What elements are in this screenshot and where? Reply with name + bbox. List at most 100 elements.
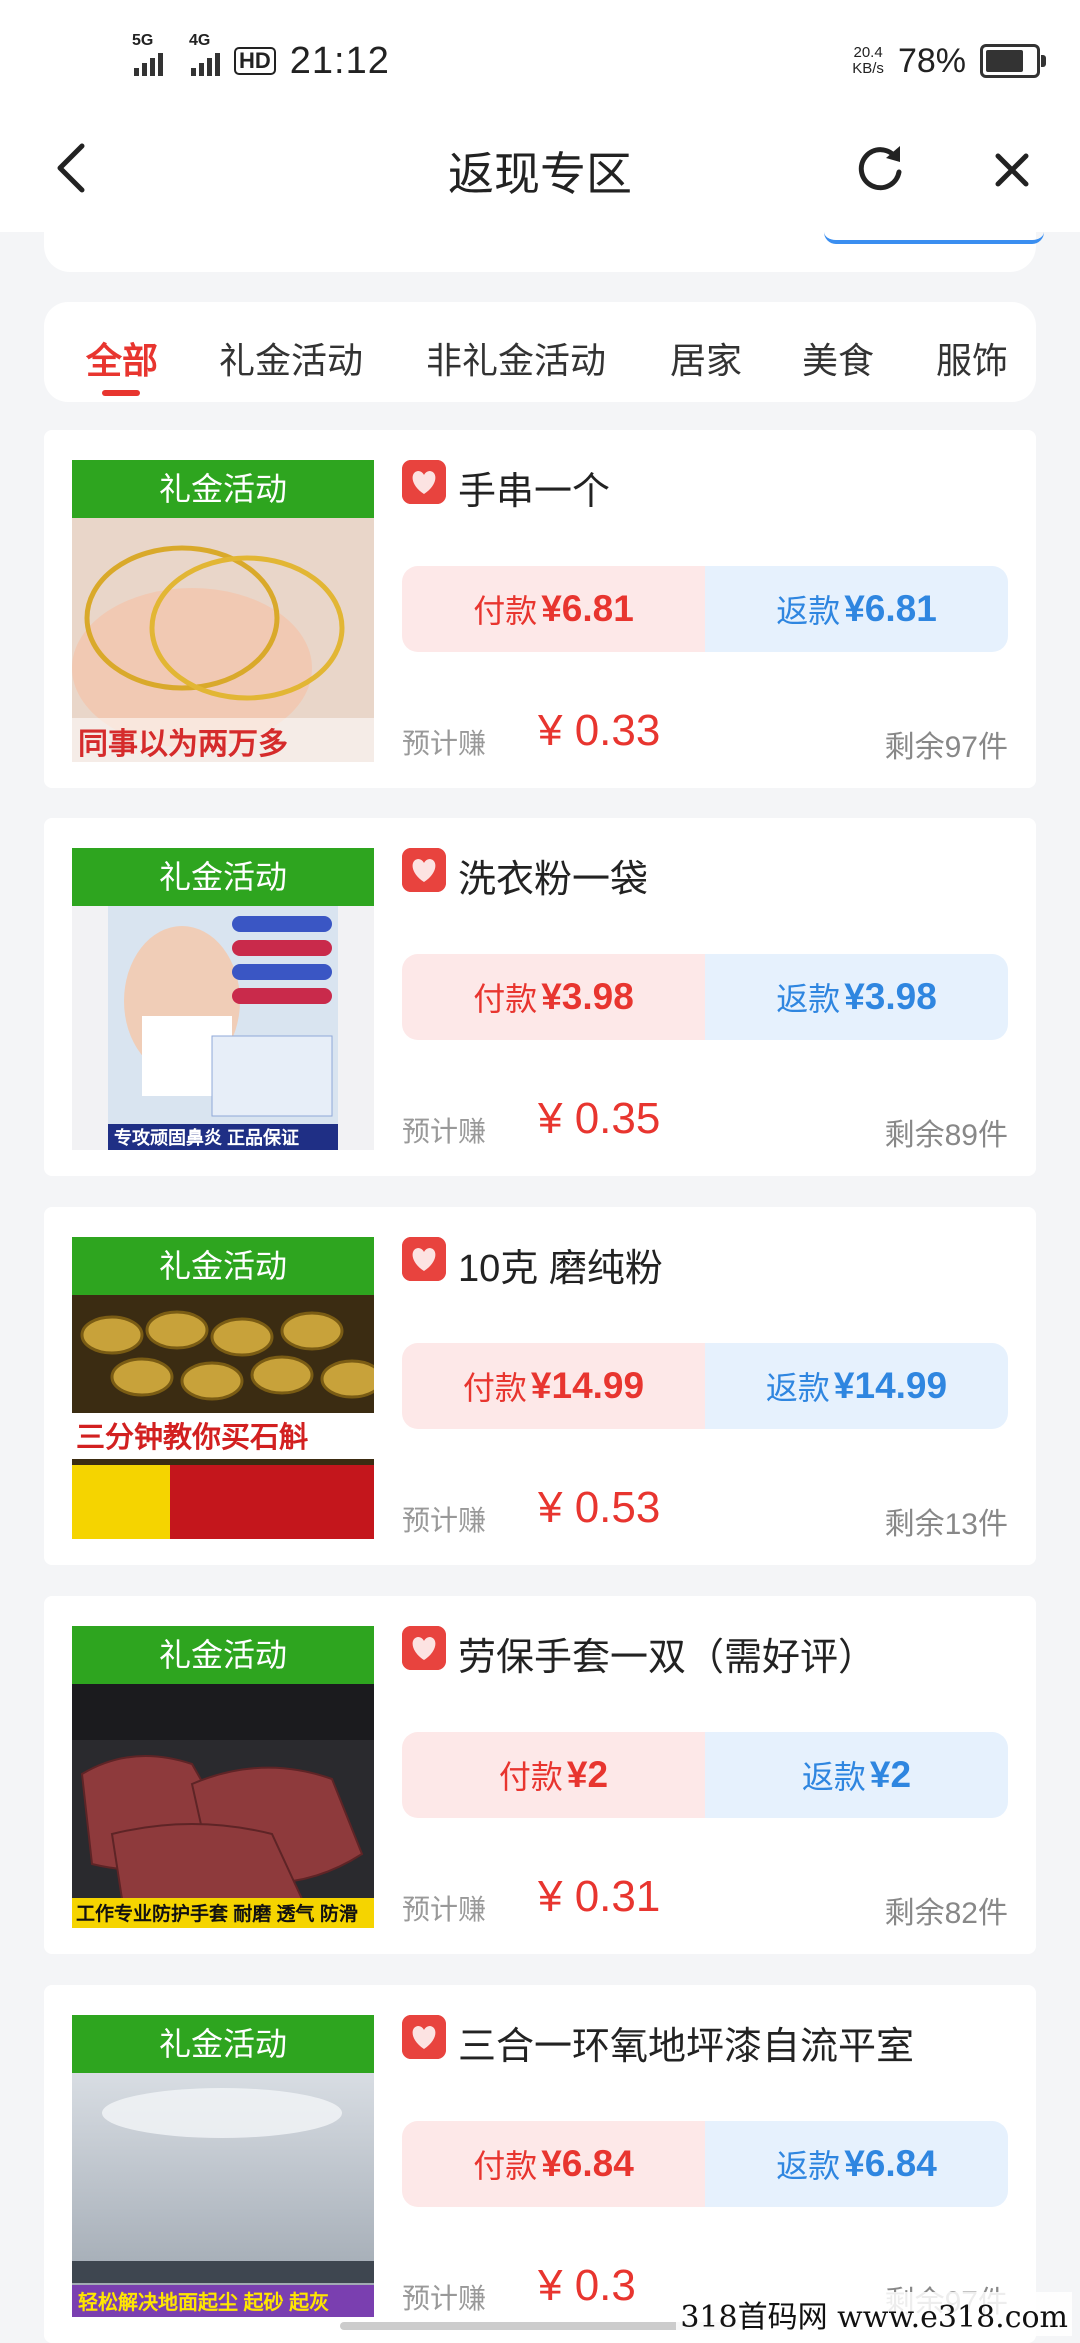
earn-value: ¥ 0.33 bbox=[538, 706, 660, 756]
hd-voice-icon: HD bbox=[234, 47, 276, 75]
gift-activity-badge: 礼金活动 bbox=[72, 848, 374, 906]
product-image[interactable]: 同事以为两万多 礼金活动 bbox=[72, 460, 374, 762]
price-pill: 付款¥3.98 返款¥3.98 bbox=[402, 954, 1008, 1040]
product-card[interactable]: 三分钟教你买石斛 礼金活动 10克 磨纯粉 付款¥14.99 返款¥14.99 … bbox=[44, 1207, 1036, 1565]
tab-food[interactable]: 美食 bbox=[802, 332, 874, 384]
status-time: 21:12 bbox=[290, 40, 390, 83]
store-heart-icon bbox=[402, 848, 446, 892]
signal-5g-label: 5G bbox=[132, 32, 153, 50]
store-heart-icon bbox=[402, 1626, 446, 1670]
product-image[interactable]: 专攻顽固鼻炎 正品保证 礼金活动 bbox=[72, 848, 374, 1150]
gift-activity-badge: 礼金活动 bbox=[72, 460, 374, 518]
tab-all[interactable]: 全部 bbox=[86, 332, 158, 384]
image-caption: 专攻顽固鼻炎 正品保证 bbox=[114, 1127, 299, 1148]
floor-paint-image: 轻松解决地面起尘 起砂 起灰 bbox=[72, 2073, 374, 2317]
return-amount: ¥2 bbox=[870, 1754, 911, 1796]
product-title[interactable]: 三合一环氧地坪漆自流平室 bbox=[458, 2015, 914, 2070]
earn-value: ¥ 0.3 bbox=[538, 2261, 636, 2311]
net-speed: 20.4 KB/s bbox=[852, 45, 884, 77]
earn-label: 预计赚 bbox=[402, 2277, 486, 2317]
return-amount: ¥6.84 bbox=[844, 2143, 937, 2185]
product-image[interactable]: 工作专业防护手套 耐磨 透气 防滑 礼金活动 bbox=[72, 1626, 374, 1928]
refresh-icon bbox=[850, 138, 910, 198]
price-pill: 付款 ¥6.81 返款¥6.81 bbox=[402, 566, 1008, 652]
return-label: 返款 bbox=[776, 974, 840, 1020]
gift-activity-badge: 礼金活动 bbox=[72, 1626, 374, 1684]
earn-label: 预计赚 bbox=[402, 722, 486, 762]
store-heart-icon bbox=[402, 1237, 446, 1281]
battery-percent: 78% bbox=[898, 42, 966, 81]
nasal-product-image: 专攻顽固鼻炎 正品保证 bbox=[72, 906, 374, 1150]
product-card[interactable]: 工作专业防护手套 耐磨 透气 防滑 礼金活动 劳保手套一双（需好评） 付款¥2 … bbox=[44, 1596, 1036, 1954]
return-price: 返款¥14.99 bbox=[705, 1343, 1008, 1429]
earn-label: 预计赚 bbox=[402, 1110, 486, 1150]
net-speed-unit: KB/s bbox=[852, 61, 884, 77]
return-price: 返款¥6.81 bbox=[705, 566, 1008, 652]
price-pill: 付款¥14.99 返款¥14.99 bbox=[402, 1343, 1008, 1429]
product-title[interactable]: 劳保手套一双（需好评） bbox=[458, 1626, 876, 1681]
product-title[interactable]: 手串一个 bbox=[458, 460, 610, 515]
product-image[interactable]: 三分钟教你买石斛 礼金活动 bbox=[72, 1237, 374, 1539]
signal-4g-label: 4G bbox=[189, 32, 210, 50]
signal-5g-icon: 5G bbox=[134, 46, 163, 76]
earn-value: ¥ 0.53 bbox=[538, 1483, 660, 1533]
pay-price: 付款¥14.99 bbox=[402, 1343, 705, 1429]
pay-label: 付款 bbox=[473, 2141, 537, 2187]
remaining-stock: 剩余97件 bbox=[885, 722, 1008, 766]
pay-amount: ¥3.98 bbox=[541, 976, 634, 1018]
tab-active-indicator bbox=[102, 390, 140, 396]
page-title: 返现专区 bbox=[0, 138, 1080, 204]
remaining-stock: 剩余13件 bbox=[885, 1499, 1008, 1543]
nav-bar: 返现专区 bbox=[0, 110, 1080, 232]
return-price: 返款¥2 bbox=[705, 1732, 1008, 1818]
earn-value: ¥ 0.35 bbox=[538, 1094, 660, 1144]
remaining-stock: 剩余89件 bbox=[885, 1110, 1008, 1154]
watermark: 318首码网 www.e318.com bbox=[676, 2292, 1072, 2336]
product-card[interactable]: 同事以为两万多 礼金活动 手串一个 付款 ¥6.81 返款¥6.81 预计赚 ¥ … bbox=[44, 430, 1036, 788]
remaining-stock: 剩余82件 bbox=[885, 1888, 1008, 1932]
return-label: 返款 bbox=[776, 586, 840, 632]
earn-value: ¥ 0.31 bbox=[538, 1872, 660, 1922]
close-button[interactable] bbox=[984, 142, 1040, 198]
pay-price: 付款¥6.84 bbox=[402, 2121, 705, 2207]
return-label: 返款 bbox=[776, 2141, 840, 2187]
battery-fill bbox=[986, 50, 1023, 72]
gift-activity-badge: 礼金活动 bbox=[72, 2015, 374, 2073]
bracelet-image: 同事以为两万多 bbox=[72, 518, 374, 762]
pay-label: 付款 bbox=[473, 586, 537, 632]
tab-clothing[interactable]: 服饰 bbox=[936, 332, 1008, 384]
image-caption: 三分钟教你买石斛 bbox=[76, 1421, 308, 1454]
tab-home[interactable]: 居家 bbox=[670, 332, 742, 384]
signal-4g-icon: 4G bbox=[191, 46, 220, 76]
status-left: 5G 4G HD 21:12 bbox=[134, 36, 390, 86]
close-icon bbox=[984, 142, 1040, 198]
status-right: 20.4 KB/s 78% bbox=[852, 36, 1040, 86]
pay-amount: ¥14.99 bbox=[531, 1365, 644, 1407]
return-amount: ¥3.98 bbox=[844, 976, 937, 1018]
gloves-image: 工作专业防护手套 耐磨 透气 防滑 bbox=[72, 1684, 374, 1928]
product-title[interactable]: 10克 磨纯粉 bbox=[458, 1237, 663, 1292]
tab-gift-activity[interactable]: 礼金活动 bbox=[219, 332, 363, 384]
product-image[interactable]: 轻松解决地面起尘 起砂 起灰 礼金活动 bbox=[72, 2015, 374, 2317]
price-pill: 付款¥6.84 返款¥6.84 bbox=[402, 2121, 1008, 2207]
tab-non-gift-activity[interactable]: 非礼金活动 bbox=[426, 332, 606, 384]
refresh-button[interactable] bbox=[850, 138, 910, 198]
status-bar: 5G 4G HD 21:12 20.4 KB/s 78% bbox=[0, 0, 1080, 110]
gift-activity-badge: 礼金活动 bbox=[72, 1237, 374, 1295]
product-card[interactable]: 轻松解决地面起尘 起砂 起灰 礼金活动 三合一环氧地坪漆自流平室 付款¥6.84… bbox=[44, 1985, 1036, 2343]
product-card[interactable]: 专攻顽固鼻炎 正品保证 礼金活动 洗衣粉一袋 付款¥3.98 返款¥3.98 预… bbox=[44, 818, 1036, 1176]
product-title[interactable]: 洗衣粉一袋 bbox=[458, 848, 648, 903]
return-amount: ¥6.81 bbox=[844, 588, 937, 630]
banner-card-bottom bbox=[44, 232, 1036, 272]
image-caption: 同事以为两万多 bbox=[78, 728, 288, 761]
pay-price: 付款¥2 bbox=[402, 1732, 705, 1818]
pay-label: 付款 bbox=[473, 974, 537, 1020]
return-amount: ¥14.99 bbox=[834, 1365, 947, 1407]
net-speed-value: 20.4 bbox=[852, 45, 884, 61]
earn-label: 预计赚 bbox=[402, 1888, 486, 1928]
pay-label: 付款 bbox=[499, 1752, 563, 1798]
image-caption: 工作专业防护手套 耐磨 透气 防滑 bbox=[76, 1902, 358, 1925]
return-label: 返款 bbox=[766, 1363, 830, 1409]
banner-button-edge[interactable] bbox=[824, 232, 1044, 244]
pay-amount: ¥2 bbox=[567, 1754, 608, 1796]
